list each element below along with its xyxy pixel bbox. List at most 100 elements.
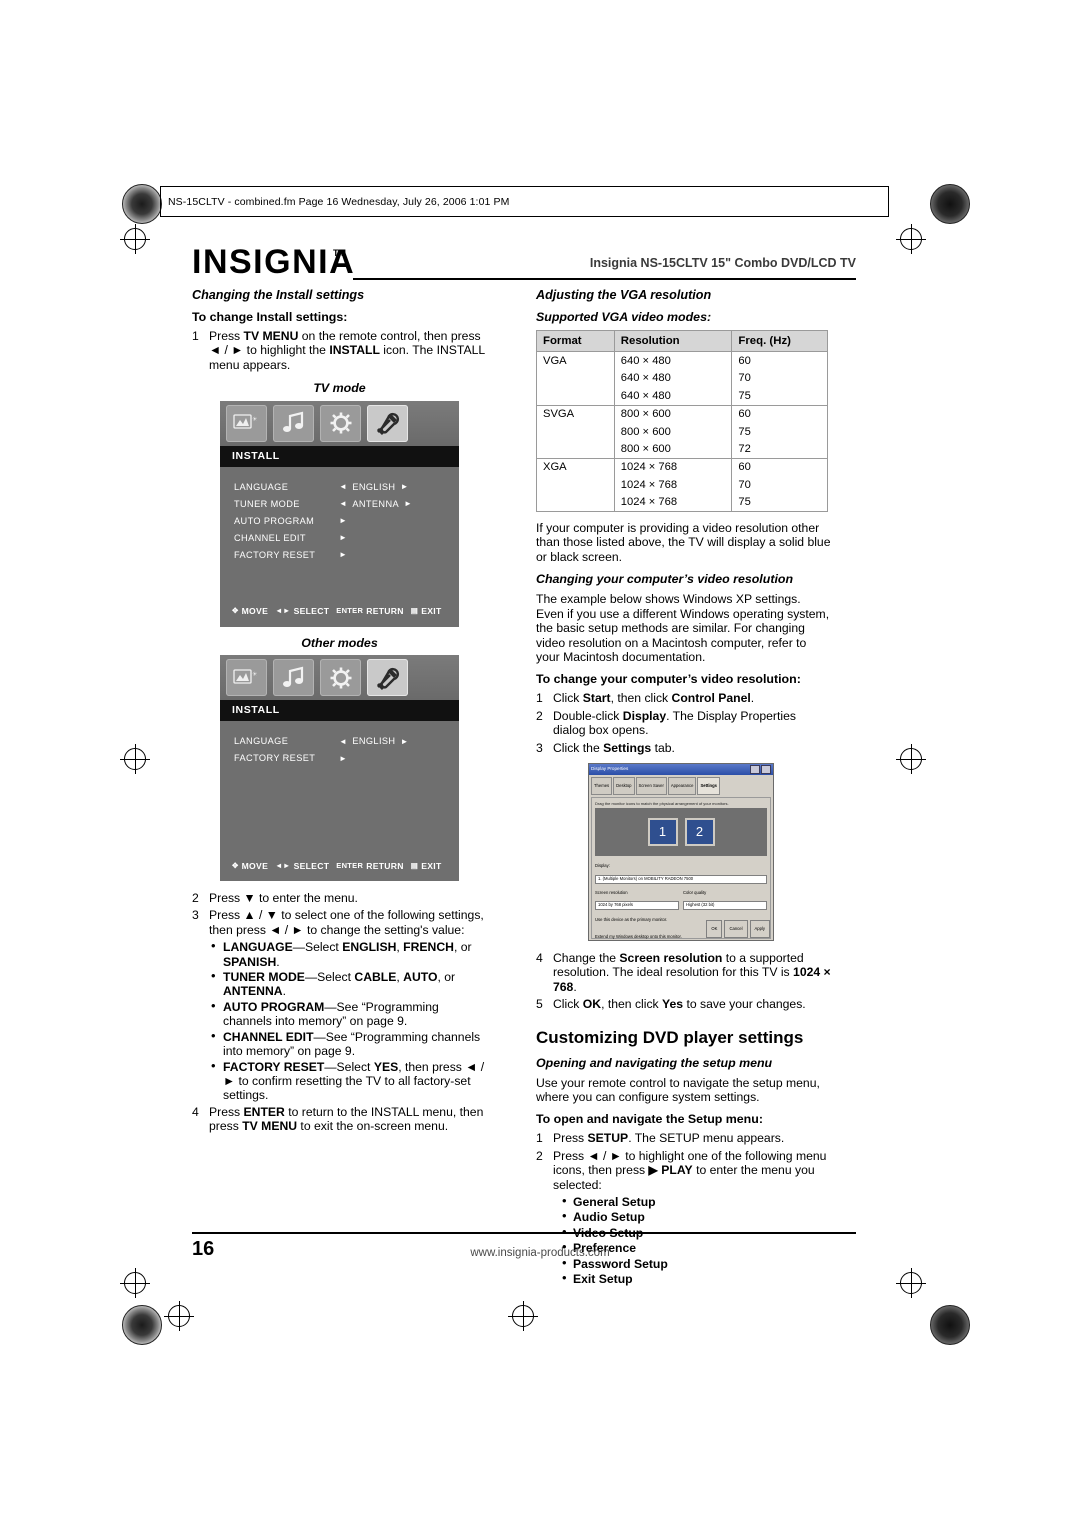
osd-menu-row: FACTORY RESET ►: [220, 750, 459, 767]
chevron-right-icon: ►: [400, 482, 409, 492]
numbered-step: 2 Double-click Display. The Display Prope…: [536, 709, 831, 738]
osd-row-value: ENGLISH: [352, 736, 396, 747]
winshot-monitor-area: 1 2: [595, 808, 767, 857]
body-text: Click: [553, 997, 583, 1012]
body-text: to enter the menu.: [255, 891, 358, 906]
table-row: 1024 × 768 70: [536, 476, 828, 494]
winshot-tab: Appearance: [667, 776, 697, 796]
bullet-item: TUNER MODE—Select CABLE, AUTO, or ANTENN…: [209, 969, 487, 999]
body-text: —Select: [304, 970, 355, 985]
osd-row-label: FACTORY RESET: [234, 753, 316, 764]
subtitle-changing-resolution: Changing your computer’s video resolutio…: [536, 572, 794, 587]
table-row: SVGA 800 × 600 60: [536, 404, 828, 424]
install-icon: [367, 404, 408, 442]
body-text: Press: [553, 1148, 588, 1163]
body-text: Press: [209, 908, 244, 923]
body-text: , then click: [610, 691, 672, 706]
numbered-step: 3 Press ▲ / ▼ to select one of the follow…: [192, 908, 487, 937]
table-header-resolution: Resolution: [613, 329, 733, 353]
display-properties-screenshot: Display Properties Themes Desktop Screen S…: [588, 762, 774, 941]
stamp-box-right-rule: [888, 186, 889, 217]
bullet-label: Exit Setup: [573, 1272, 633, 1287]
winshot-screen-res-value: 1024 by 768 pixels: [595, 901, 679, 911]
emphasis-text: Settings: [603, 740, 652, 755]
brand-trademark: TM: [333, 248, 346, 258]
chevron-left-icon: ◄: [339, 482, 348, 492]
winshot-color-quality-label: Color quality: [683, 889, 707, 895]
osd-screenshot-tv-mode: ☀ INSTALL LANGUAGE ◄ ENGLISH ► TUNER MOD…: [220, 400, 459, 627]
body-text: on the remote control, then press: [298, 329, 481, 343]
cell-frequency: 70: [731, 369, 828, 388]
chevron-right-icon: ►: [339, 533, 348, 543]
winshot-tabs: Themes Desktop Screen Saver Appearance Setti…: [589, 775, 773, 796]
header-title: Insignia NS-15CLTV 15" Combo DVD/LCD TV: [589, 256, 856, 270]
body-text: .: [573, 979, 577, 994]
body-text: Press: [209, 1104, 244, 1119]
emphasis-text: SPANISH: [223, 954, 277, 969]
bullet-label: Audio Setup: [573, 1210, 645, 1225]
emphasis-text: TV MENU: [242, 1119, 298, 1134]
osd-row-value-group: ◄ ANTENNA ►: [339, 497, 412, 511]
dvd-paragraph: Use your remote control to navigate the …: [536, 1075, 820, 1104]
numbered-step: 2 Press ▼ to enter the menu.: [192, 891, 487, 905]
sound-icon: [273, 659, 314, 697]
install-steps-2: 2 Press ▼ to enter the menu. 3 Press ▲ / ▼ …: [192, 891, 487, 937]
cell-frequency: 60: [731, 457, 828, 477]
stamp-box-bottom-rule: [160, 216, 888, 217]
subtitle-to-change-install: To change Install settings:: [192, 310, 348, 324]
chevron-right-icon: ►: [339, 516, 348, 526]
caption-tv-mode: TV mode: [313, 381, 366, 396]
winshot-ok-cancel-row: OK Cancel Apply: [706, 919, 770, 938]
step-number: 4: [192, 1104, 199, 1119]
numbered-step: 1 Click Start, then click Control Panel.: [536, 691, 831, 705]
step-number: 1: [536, 691, 543, 706]
osd-footer-item: ENTER RETURN: [336, 604, 404, 618]
osd-footer-glyph-icon: ENTER: [336, 860, 364, 870]
winshot-dialog-button: Cancel: [724, 919, 748, 938]
body-text: to highlight the: [243, 343, 330, 358]
body-text: ▼: [243, 891, 256, 906]
body-text: , or: [437, 970, 456, 985]
subtitle-supported-vga: Supported VGA video modes:: [536, 310, 712, 324]
body-text: , then press: [398, 1059, 466, 1074]
cell-resolution: 1024 × 768: [613, 457, 733, 477]
emphasis-text: Start: [582, 691, 611, 706]
registration-mark-mid-left: [120, 744, 150, 774]
cell-format: [536, 440, 615, 459]
osd-footer-item: ◄► SELECT: [275, 604, 329, 618]
picture-icon: ☀: [226, 659, 267, 697]
table-header-row: Format Resolution Freq. (Hz): [536, 329, 828, 353]
chevron-right-icon: ►: [400, 736, 409, 746]
install-setting-bullets: LANGUAGE—Select ENGLISH, FRENCH, or SPAN…: [209, 939, 487, 1102]
stamp-box-left-rule: [160, 186, 161, 217]
stamp-box-top-rule: [160, 186, 888, 187]
osd-title-other: INSTALL: [220, 700, 459, 722]
body-text: .: [276, 954, 280, 969]
numbered-step: 3 Click the Settings tab.: [536, 741, 831, 755]
bullet-item: Audio Setup: [560, 1209, 831, 1225]
body-text: to change the setting's value:: [303, 922, 465, 937]
cell-format: [536, 369, 615, 388]
osd-footer-other: ✥ MOVE ◄► SELECT ENTER RETURN ▤ EXIT: [220, 859, 459, 873]
emphasis-text: CHANNEL EDIT: [223, 1029, 314, 1044]
emphasis-text: ENTER: [243, 1104, 285, 1119]
cell-format: [536, 476, 615, 494]
cell-format: [536, 423, 615, 441]
manual-page: NS-15CLTV - combined.fm Page 16 Wednesda…: [0, 0, 1080, 1527]
cell-frequency: 70: [731, 476, 828, 494]
install-icon: [367, 659, 408, 697]
feature-icon: [320, 659, 361, 697]
emphasis-text: Yes: [662, 997, 684, 1012]
svg-text:☀: ☀: [252, 671, 257, 678]
table-row: 640 × 480 75: [536, 387, 828, 406]
svg-text:☀: ☀: [252, 416, 257, 423]
registration-mark-bottom-right: [896, 1268, 926, 1298]
cell-format: XGA: [536, 457, 615, 477]
osd-row-label: AUTO PROGRAM: [234, 515, 315, 526]
step-number: 5: [536, 997, 543, 1012]
emphasis-text: TUNER MODE: [223, 970, 305, 985]
osd-footer-item: ✥ MOVE: [232, 859, 268, 873]
osd-row-label: FACTORY RESET: [234, 549, 316, 560]
vga-note: If your computer is providing a video re…: [536, 521, 831, 564]
numbered-step: 1 Press SETUP. The SETUP menu appears.: [536, 1131, 831, 1145]
